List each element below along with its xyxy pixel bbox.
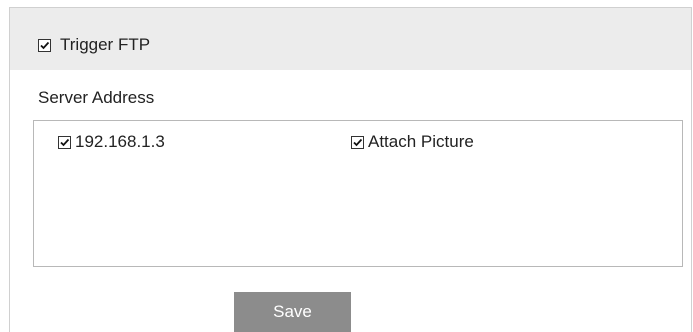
trigger-ftp-checkbox-icon[interactable]	[38, 38, 51, 52]
ftp-settings-panel: Trigger FTP Server Address 192.168.1.3 A…	[9, 7, 692, 332]
attach-picture-checkbox-icon[interactable]	[351, 135, 364, 149]
attach-picture-option[interactable]: Attach Picture	[351, 131, 474, 153]
server-address-heading: Server Address	[38, 88, 155, 107]
trigger-ftp-label: Trigger FTP	[60, 35, 151, 54]
server-address-value: 192.168.1.3	[75, 132, 165, 151]
server-address-list: 192.168.1.3 Attach Picture	[33, 120, 683, 267]
save-button[interactable]: Save	[234, 292, 351, 332]
server-checkbox-icon[interactable]	[58, 135, 71, 149]
attach-picture-label: Attach Picture	[368, 132, 474, 151]
trigger-ftp-option[interactable]: Trigger FTP	[38, 34, 150, 56]
trigger-header-bar: Trigger FTP	[10, 8, 691, 70]
server-entry[interactable]: 192.168.1.3	[58, 131, 165, 153]
